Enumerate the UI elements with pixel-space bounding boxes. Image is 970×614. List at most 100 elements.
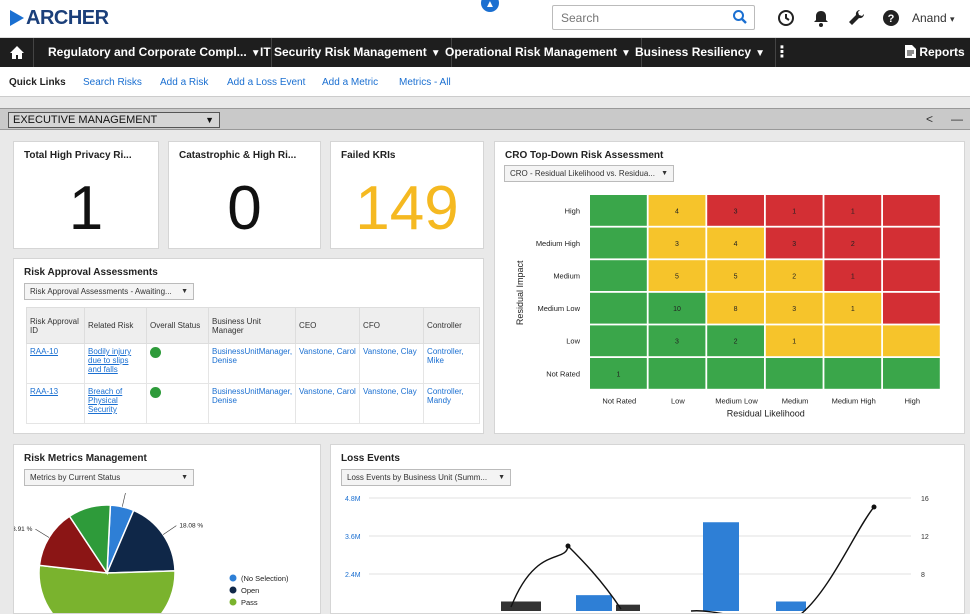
nav-label: Regulatory and Corporate Compl... <box>48 45 247 59</box>
bum-cell[interactable]: BusinessUnitManager, Denise <box>207 383 297 424</box>
cfo-cell[interactable]: Vanstone, Clay <box>359 343 425 384</box>
quicklink-add-metric[interactable]: Add a Metric <box>322 77 378 88</box>
dropdown-value: Risk Approval Assessments - Awaiting... <box>30 287 172 296</box>
heatmap-cell[interactable] <box>765 358 823 389</box>
loss-bar[interactable] <box>703 522 739 611</box>
heatmap-cell[interactable] <box>883 227 940 259</box>
loss-bar[interactable] <box>576 595 612 611</box>
legend-label[interactable]: Pass <box>241 598 258 607</box>
heatmap-cell-count: 10 <box>673 306 681 313</box>
wrench-icon[interactable] <box>846 8 866 28</box>
home-button[interactable] <box>0 38 34 67</box>
quicklink-search-risks[interactable]: Search Risks <box>83 77 142 88</box>
nav-item-operational-risk[interactable]: Operational Risk Management ▼ <box>431 38 642 67</box>
ceo-cell[interactable]: Vanstone, Carol <box>295 383 361 424</box>
kpi-value: 149 <box>355 174 459 243</box>
more-menu-icon[interactable]: ⋮ <box>768 38 796 67</box>
dashboard-selector[interactable]: EXECUTIVE MANAGEMENT ▼ <box>8 112 220 128</box>
reports-button[interactable]: Reports <box>905 38 965 67</box>
status-cell <box>146 343 209 384</box>
column-header[interactable]: Related Risk <box>84 307 147 344</box>
history-icon[interactable] <box>776 8 796 28</box>
legend-label[interactable]: (No Selection) <box>241 574 289 583</box>
heatmap-y-axis-title: Residual Impact <box>515 260 525 325</box>
dashboard-name: EXECUTIVE MANAGEMENT <box>13 114 158 126</box>
related-risk-link[interactable]: Bodily injury due to slips and falls <box>84 343 147 384</box>
approval-id-link[interactable]: RAA-13 <box>26 383 85 424</box>
approval-id-link[interactable]: RAA-10 <box>26 343 85 384</box>
search-icon[interactable] <box>732 9 748 25</box>
heatmap-cell[interactable] <box>883 325 940 357</box>
heatmap-cell[interactable] <box>883 195 940 226</box>
y-tick-left: 4.8M <box>345 496 361 503</box>
minimize-icon[interactable]: — <box>951 112 963 126</box>
heatmap-cell-count: 3 <box>675 339 679 346</box>
nav-label: Operational Risk Management <box>445 45 618 59</box>
table-row: RAA-10 Bodily injury due to slips and fa… <box>26 343 480 384</box>
controller-cell[interactable]: Controller, Mike <box>423 343 480 384</box>
heatmap-cell[interactable] <box>590 325 647 357</box>
user-menu[interactable]: Anand ▾ <box>912 11 955 25</box>
heatmap-col-label: Low <box>671 397 685 406</box>
help-icon[interactable]: ? <box>881 8 901 28</box>
nav-item-it-security[interactable]: IT Security Risk Management ▼ <box>246 38 452 67</box>
heatmap-cell[interactable] <box>824 358 882 389</box>
archer-logo[interactable]: ARCHER <box>10 7 109 29</box>
heatmap-cell-count: 4 <box>734 241 738 248</box>
chevron-down-icon: ▼ <box>181 474 188 481</box>
quicklink-add-loss-event[interactable]: Add a Loss Event <box>227 77 305 88</box>
search-box[interactable] <box>552 5 755 30</box>
heatmap-cell[interactable] <box>590 195 647 226</box>
quicklink-add-risk[interactable]: Add a Risk <box>160 77 208 88</box>
approval-title: Risk Approval Assessments <box>24 267 158 278</box>
column-header[interactable]: CEO <box>295 307 361 344</box>
heatmap-col-label: High <box>905 397 920 406</box>
loss-bar[interactable] <box>501 601 541 611</box>
risk-approval-card: Risk Approval Assessments Risk Approval … <box>13 258 484 434</box>
kpi-card-failed-kris[interactable]: Failed KRIs 149 <box>330 141 484 249</box>
bum-cell[interactable]: BusinessUnitManager, Denise <box>207 343 297 384</box>
heatmap-cell[interactable] <box>824 325 882 357</box>
heatmap-cell-count: 2 <box>792 274 796 281</box>
nav-item-regulatory[interactable]: Regulatory and Corporate Compl... ▼ <box>34 38 272 67</box>
share-icon[interactable]: < <box>926 112 933 126</box>
loss-report-selector[interactable]: Loss Events by Business Unit (Summ... ▼ <box>341 469 511 486</box>
loss-bar[interactable] <box>776 601 806 611</box>
heatmap-cell[interactable] <box>883 260 940 291</box>
trend-point[interactable] <box>871 504 877 510</box>
heatmap-cell[interactable] <box>707 358 764 389</box>
legend-label[interactable]: Open <box>241 586 259 595</box>
heatmap-cell[interactable] <box>648 358 706 389</box>
trend-point[interactable] <box>565 543 571 549</box>
kpi-card-catastrophic[interactable]: Catastrophic & High Ri... 0 <box>168 141 321 249</box>
heatmap-cell[interactable] <box>590 292 647 324</box>
y-tick-right: 16 <box>921 496 929 503</box>
kpi-card-privacy[interactable]: Total High Privacy Ri... 1 <box>13 141 159 249</box>
ceo-cell[interactable]: Vanstone, Carol <box>295 343 361 384</box>
column-header[interactable]: Business Unit Manager <box>207 307 297 344</box>
heatmap-cell[interactable] <box>883 292 940 324</box>
column-header[interactable]: CFO <box>359 307 425 344</box>
search-input[interactable] <box>553 6 723 29</box>
column-header[interactable]: Controller <box>423 307 480 344</box>
heatmap-cell[interactable] <box>590 260 647 291</box>
notifications-bell-icon[interactable] <box>811 8 831 28</box>
heatmap-cell[interactable] <box>883 358 940 389</box>
nav-item-business-resiliency[interactable]: Business Resiliency ▼ <box>621 38 776 67</box>
approval-report-selector[interactable]: Risk Approval Assessments - Awaiting... ▼ <box>24 283 194 300</box>
controller-cell[interactable]: Controller, Mandy <box>423 383 480 424</box>
cfo-cell[interactable]: Vanstone, Clay <box>359 383 425 424</box>
metrics-report-selector[interactable]: Metrics by Current Status ▼ <box>24 469 194 486</box>
pie-slice-label: 18.08 % <box>179 523 203 530</box>
dropdown-value: CRO - Residual Likelihood vs. Residua... <box>510 169 655 178</box>
collapse-header-button[interactable]: ▲ <box>481 0 499 12</box>
heatmap-cell[interactable] <box>590 227 647 259</box>
related-risk-link[interactable]: Breach of Physical Security <box>84 383 147 424</box>
heatmap-cell-count: 2 <box>734 339 738 346</box>
column-header[interactable]: Overall Status <box>146 307 209 344</box>
top-bar: ARCHER ▲ ? Anand ▾ <box>0 0 970 38</box>
quicklink-metrics-all[interactable]: Metrics - All <box>399 77 451 88</box>
column-header[interactable]: Risk Approval ID <box>26 307 85 344</box>
heatmap-col-label: Not Rated <box>602 397 636 406</box>
heatmap-report-selector[interactable]: CRO - Residual Likelihood vs. Residua...… <box>504 165 674 182</box>
